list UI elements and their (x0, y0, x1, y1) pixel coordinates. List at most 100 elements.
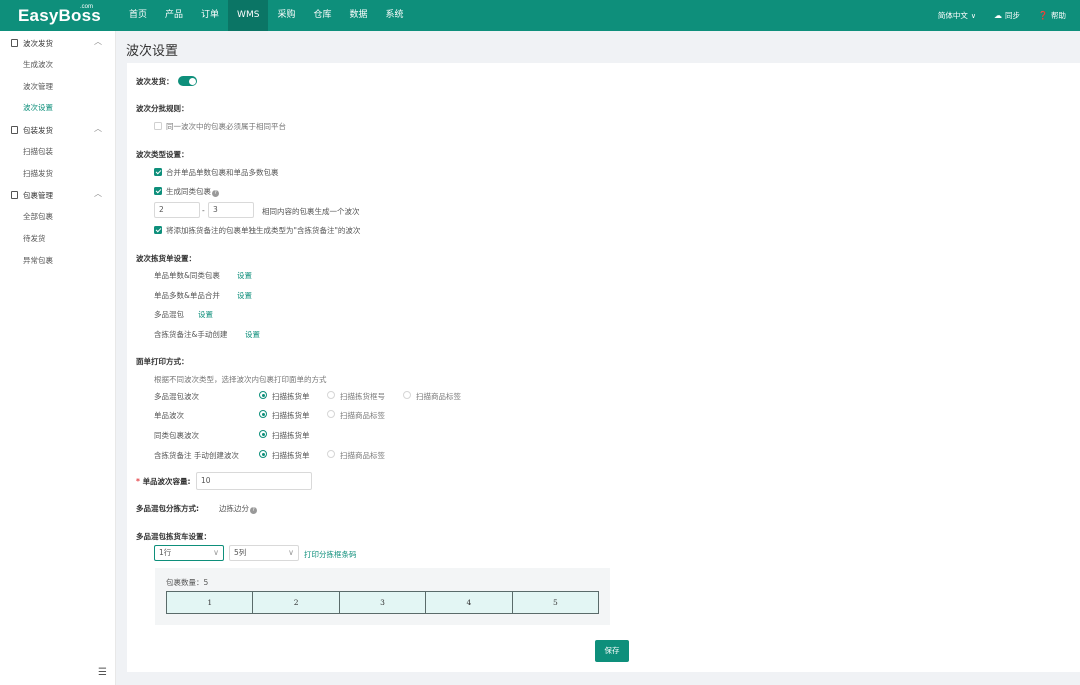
package-count: 包裹数量：5 (166, 577, 208, 588)
merge-single-checkbox[interactable] (154, 168, 162, 176)
print-option-radio[interactable] (259, 410, 267, 418)
sidebar-item-abnormal[interactable]: 异常包裹 (23, 255, 53, 266)
chevron-down-icon: ∨ (288, 548, 294, 557)
print-option-radio[interactable] (327, 450, 335, 458)
language-switch[interactable]: 简体中文 ∨ (938, 10, 976, 21)
sidebar-group-label: 波次发货 (23, 39, 53, 48)
pick-row-label: 单品单数&同类包裹 (154, 271, 220, 280)
chevron-up-icon: ︿ (94, 189, 102, 198)
split-rule-checkbox[interactable] (154, 122, 162, 130)
page-title: 波次设置 (126, 44, 179, 59)
chevron-down-icon: ∨ (970, 11, 977, 20)
pick-row-settings-link[interactable]: 设置 (245, 329, 260, 340)
print-barcode-link[interactable]: 打印分拣框条码 (304, 549, 357, 560)
main-nav: 首页 产品 订单 WMS 采购 仓库 数据 系统 (120, 0, 413, 31)
range-to-input[interactable]: 3 (208, 202, 254, 218)
nav-warehouse[interactable]: 仓库 (304, 0, 340, 31)
sidebar-item-wave-settings[interactable]: 波次设置 (23, 102, 53, 113)
sync-label: 同步 (1005, 11, 1021, 20)
sidebar-item-scan-pack[interactable]: 扫描包装 (23, 146, 53, 157)
pick-row-settings-link[interactable]: 设置 (237, 270, 252, 281)
save-button[interactable]: 保存 (595, 640, 629, 662)
cart-cell: 5 (512, 592, 599, 613)
nav-data[interactable]: 数据 (340, 0, 376, 31)
same-package-checkbox[interactable] (154, 187, 162, 195)
app-logo-suffix: .com (80, 4, 94, 10)
pick-row-label: 含拣货备注&手动创建 (154, 330, 228, 339)
cart-grid: 1 2 3 4 5 (166, 591, 599, 614)
sidebar-item-all-packages[interactable]: 全部包裹 (23, 211, 53, 222)
print-option-radio[interactable] (259, 430, 267, 438)
same-package-text: 生成同类包裹 (166, 187, 211, 196)
pick-note-label: 将添加拣货备注的包裹单独生成类型为"含拣货备注"的波次 (166, 226, 361, 235)
cart-cell: 1 (167, 592, 254, 613)
language-label: 简体中文 (937, 11, 968, 20)
package-count-value: 5 (203, 578, 209, 587)
sidebar-group-pack[interactable]: 包装发货 ︿ (0, 119, 116, 141)
help-button[interactable]: ❓ 帮助 (1038, 10, 1066, 21)
cart-settings-title: 多品混包拣货车设置： (136, 532, 211, 541)
split-rule-option: 同一波次中的包裹必须属于相同平台 (166, 122, 286, 131)
nav-purchase[interactable]: 采购 (268, 0, 304, 31)
capacity-label-text: 单品波次容量: (142, 477, 191, 486)
required-mark: * (136, 477, 140, 486)
sidebar-group-package[interactable]: 包裹管理 ︿ (0, 184, 116, 206)
print-option-radio[interactable] (327, 410, 335, 418)
cols-select-value: 5列 (234, 548, 247, 557)
menu-collapse-icon[interactable]: ☰ (98, 667, 107, 678)
rows-select-value: 1行 (159, 548, 172, 557)
nav-system[interactable]: 系统 (376, 0, 412, 31)
print-method-title: 面单打印方式： (136, 357, 189, 366)
wave-shipping-label: 波次发货： (136, 77, 174, 86)
rows-select[interactable]: 1行 ∨ (154, 545, 224, 561)
print-option-radio[interactable] (259, 450, 267, 458)
top-navbar: EasyBoss .com 首页 产品 订单 WMS 采购 仓库 数据 系统 简… (0, 0, 1080, 31)
sidebar-item-pending-ship[interactable]: 待发货 (23, 233, 46, 244)
sync-button[interactable]: ☁ 同步 (994, 10, 1020, 21)
wave-shipping-toggle[interactable] (178, 76, 197, 86)
print-option-label: 扫描拣货框号 (340, 392, 385, 401)
sidebar: 波次发货 ︿ 生成波次 波次管理 波次设置 包装发货 ︿ 扫描包装 扫描发货 包… (0, 31, 116, 685)
merge-single-label: 合并单品单数包裹和单品多数包裹 (166, 168, 279, 177)
print-option-label: 扫描拣货单 (272, 411, 310, 420)
cols-select[interactable]: 5列 ∨ (229, 545, 299, 561)
question-icon[interactable]: ? (212, 190, 219, 197)
nav-products[interactable]: 产品 (156, 0, 192, 31)
range-separator: - (202, 206, 205, 215)
sidebar-item-wave-manage[interactable]: 波次管理 (23, 81, 53, 92)
print-option-radio[interactable] (327, 391, 335, 399)
nav-wms[interactable]: WMS (228, 0, 269, 31)
print-option-label: 扫描商品标签 (340, 411, 385, 420)
multi-sort-value-text: 边拣边分 (219, 504, 249, 513)
print-option-radio[interactable] (403, 391, 411, 399)
range-from-input[interactable]: 2 (154, 202, 200, 218)
multi-sort-label: 多品混包分拣方式: (136, 504, 199, 513)
capacity-label: * 单品波次容量: (136, 476, 191, 487)
pick-row-settings-link[interactable]: 设置 (198, 309, 213, 320)
sidebar-group-wave[interactable]: 波次发货 ︿ (0, 32, 116, 54)
print-option-label: 扫描拣货单 (272, 392, 310, 401)
same-package-label: 生成同类包裹? (166, 186, 219, 197)
help-label: 帮助 (1051, 11, 1066, 20)
document-icon (11, 191, 18, 199)
document-icon (11, 126, 18, 134)
print-option-radio[interactable] (259, 391, 267, 399)
sidebar-item-scan-ship[interactable]: 扫描发货 (23, 168, 53, 179)
nav-orders[interactable]: 订单 (192, 0, 228, 31)
sidebar-item-generate-wave[interactable]: 生成波次 (23, 59, 53, 70)
pick-row-settings-link[interactable]: 设置 (237, 290, 252, 301)
type-settings-title: 波次类型设置： (136, 150, 189, 159)
nav-home[interactable]: 首页 (120, 0, 156, 31)
cart-cell: 4 (426, 592, 513, 613)
capacity-input[interactable]: 10 (196, 472, 312, 490)
top-right-actions: 简体中文 ∨ ☁ 同步 ❓ 帮助 (920, 0, 1066, 31)
print-row-label: 单品波次 (154, 411, 184, 420)
chevron-up-icon: ︿ (94, 124, 102, 133)
pick-note-checkbox[interactable] (154, 226, 162, 234)
question-icon[interactable]: ? (250, 507, 257, 514)
sidebar-group-label: 包裹管理 (23, 191, 53, 200)
document-icon (11, 39, 18, 47)
print-option-label: 扫描拣货单 (272, 451, 310, 460)
print-option-label: 扫描商品标签 (416, 392, 461, 401)
multi-sort-value: 边拣边分? (219, 503, 257, 514)
